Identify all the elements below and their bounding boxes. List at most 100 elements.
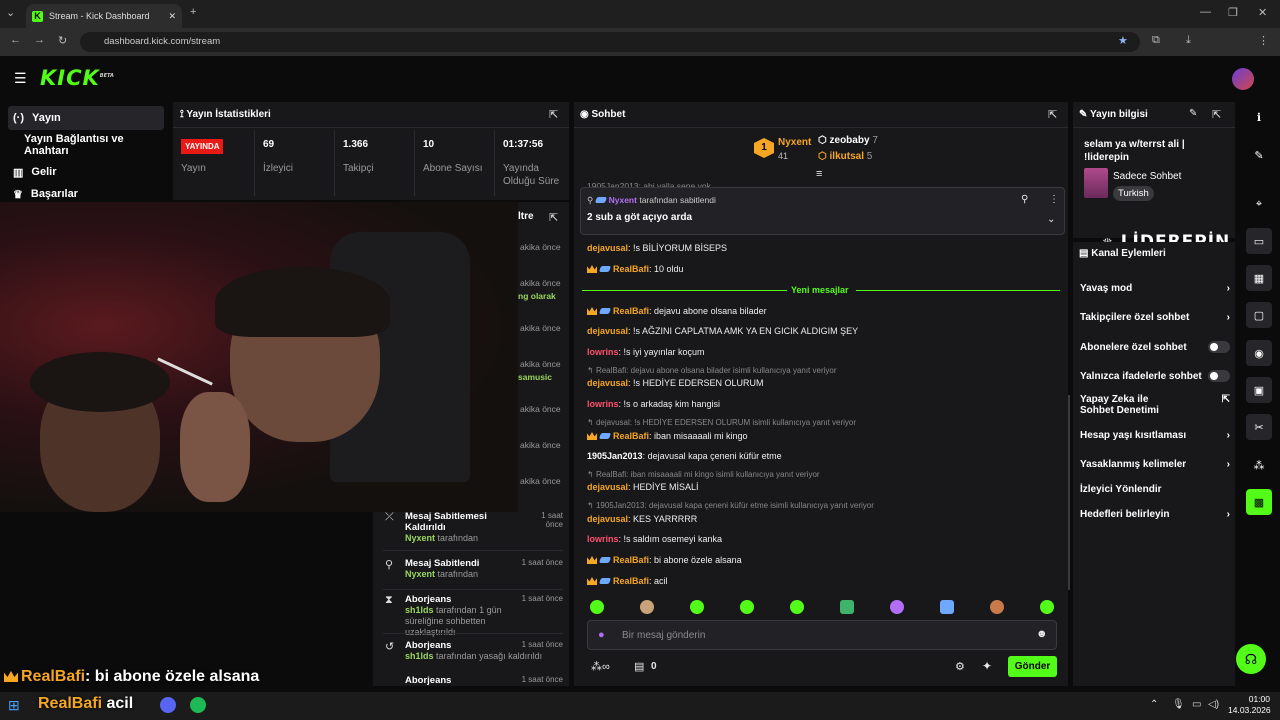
action-slow-mode[interactable]: Yavaş mod › <box>1080 278 1230 298</box>
action-host-viewers[interactable]: İzleyici Yönlendir <box>1080 479 1230 499</box>
notes-icon[interactable]: ▦ <box>1246 265 1272 291</box>
points-rail-icon[interactable]: ⁂ <box>1246 452 1272 478</box>
trophy-icon: ♛ <box>13 188 23 201</box>
mod-tools-icon[interactable]: ✦ <box>982 659 992 673</box>
microphone-icon[interactable]: ● <box>598 629 605 641</box>
maximize-icon[interactable]: ❐ <box>1228 6 1238 19</box>
leader-name[interactable]: Nyxent <box>778 137 811 148</box>
more-options-icon[interactable]: ⋮ <box>1049 194 1059 205</box>
store-icon[interactable]: ▤ <box>634 660 644 673</box>
category-name[interactable]: Sadece Sohbet <box>1113 171 1181 182</box>
window-close-icon[interactable]: ✕ <box>1258 6 1267 19</box>
emote-icon[interactable] <box>840 600 854 614</box>
overlay-chat-line: RealBafi: bi abone özele alsana <box>4 668 259 686</box>
windows-start-icon[interactable]: ⊞ <box>8 697 20 714</box>
broadcast-widget-icon[interactable]: ◉ <box>1246 340 1272 366</box>
language-tag[interactable]: Turkish <box>1113 186 1154 201</box>
back-icon[interactable]: ← <box>10 34 21 46</box>
emote-icon[interactable] <box>940 600 954 614</box>
info-icon[interactable]: ℹ <box>1246 104 1272 130</box>
activity-time: akika önce <box>520 404 561 414</box>
activity-time: akika önce <box>520 476 561 486</box>
emote-icon[interactable] <box>590 600 604 614</box>
user-avatar[interactable] <box>1232 68 1254 90</box>
settings-gear-icon[interactable]: ⚙ <box>955 660 965 673</box>
send-button[interactable]: Gönder <box>1008 656 1057 677</box>
layout-icon[interactable]: ▣ <box>1246 377 1272 403</box>
leader-name[interactable]: ⬡ ilkutsal 5 <box>818 151 872 162</box>
extensions-icon[interactable]: ⧉ <box>1152 34 1160 47</box>
pinned-message[interactable]: ⚲ Nyxent tarafından sabitlendi 2 sub a g… <box>580 187 1065 235</box>
chat-widget-icon[interactable]: ▢ <box>1246 302 1272 328</box>
kick-logo[interactable]: KICKBETA <box>40 66 114 90</box>
forward-icon[interactable]: → <box>34 34 45 46</box>
emote-icon[interactable] <box>1040 600 1054 614</box>
volume-icon[interactable]: ◁) <box>1208 699 1219 710</box>
microphone-tray-icon[interactable]: 🎙 <box>1172 699 1185 710</box>
action-followers-only[interactable]: Takipçilere özel sohbet › <box>1080 307 1230 327</box>
edit-pencil-icon[interactable]: ✎ <box>1189 108 1197 119</box>
action-emotes-only[interactable]: Yalnızca ifadelerle sohbet <box>1080 366 1230 386</box>
stats-title: ⟟ Yayın İstatistikleri <box>180 109 271 120</box>
emote-icon[interactable] <box>640 600 654 614</box>
chat-title: ◉ Sohbet <box>580 109 626 120</box>
emote-icon[interactable] <box>690 600 704 614</box>
emote-icon[interactable] <box>890 600 904 614</box>
divider <box>383 550 563 551</box>
action-subscribers-only[interactable]: Abonelere özel sohbet <box>1080 337 1230 357</box>
clock[interactable]: 01:00 14.03.2026 <box>1228 694 1271 716</box>
network-icon[interactable]: ▭ <box>1192 699 1201 710</box>
action-set-goals[interactable]: Hedefleri belirleyin › <box>1080 504 1230 524</box>
popout-stats-icon[interactable]: ⇱ <box>549 108 558 121</box>
popout-activity-icon[interactable]: ⇱ <box>549 211 558 224</box>
pin-icon: ⚲ <box>385 559 394 571</box>
app-icon[interactable]: ▩ <box>1246 489 1272 515</box>
discord-icon[interactable] <box>160 697 176 713</box>
hourglass-icon: ⧗ <box>385 594 393 606</box>
emoji-picker-icon[interactable]: ☻ <box>1036 628 1048 640</box>
chat-input[interactable]: ● Bir mesaj gönderin ☻ <box>587 620 1057 650</box>
new-tab-icon[interactable]: + <box>190 6 196 18</box>
tab-close-icon[interactable]: ✕ <box>168 11 176 22</box>
unpin-button-icon[interactable]: ⚲ <box>1021 194 1028 205</box>
category-thumbnail <box>1084 168 1108 198</box>
chat-message: 1905Jan2013: dejavusal kapa çeneni küfür… <box>587 451 782 461</box>
emote-icon[interactable] <box>990 600 1004 614</box>
tab-search-icon[interactable]: ⌄ <box>6 6 15 19</box>
tools-wrench-icon[interactable]: ✂ <box>1246 414 1272 440</box>
sidebar-item-stream-key[interactable]: Yayın Bağlantısı ve Anahtarı <box>8 133 164 157</box>
action-banned-words[interactable]: Yasaklanmış kelimeler › <box>1080 454 1230 474</box>
activity-time: akika önce <box>520 278 561 288</box>
popout-chat-icon[interactable]: ⇱ <box>1048 108 1057 121</box>
chat-scrollbar[interactable] <box>1068 395 1070 590</box>
sidebar-item-gelir[interactable]: ▥ Gelir <box>8 160 164 184</box>
sidebar-item-yayin[interactable]: (·) Yayın <box>8 106 164 130</box>
points-icon[interactable]: ⁂∞ <box>591 660 610 673</box>
stat-subscribers: 10 Abone Sayısı <box>414 130 496 196</box>
action-ai-moderation[interactable]: Yapay Zeka ile Sohbet Denetimi ⇱ <box>1080 394 1230 418</box>
popout-info-icon[interactable]: ⇱ <box>1212 108 1221 121</box>
sidebar-item-basarilar[interactable]: ♛ Başarılar <box>8 187 164 201</box>
spotify-icon[interactable] <box>190 697 206 713</box>
focus-icon[interactable]: ⌖ <box>1246 191 1272 217</box>
tray-chevron-icon[interactable]: ⌃ <box>1150 699 1158 710</box>
address-input[interactable]: dashboard.kick.com/stream <box>80 32 1140 52</box>
stats-widget-icon[interactable]: ▭ <box>1246 228 1272 254</box>
chevron-down-icon[interactable]: ⌄ <box>1047 214 1055 225</box>
emote-icon[interactable] <box>790 600 804 614</box>
action-account-age[interactable]: Hesap yaşı kısıtlaması › <box>1080 425 1230 445</box>
live-badge: YAYINDA <box>181 139 223 154</box>
edit-icon[interactable]: ✎ <box>1246 142 1272 168</box>
emote-icon[interactable] <box>740 600 754 614</box>
support-chat-icon[interactable]: ☊ <box>1236 644 1266 674</box>
browser-tab[interactable]: K Stream - Kick Dashboard ✕ <box>26 4 182 28</box>
chat-message: dejavusal: HEDİYE MİSALİ <box>587 482 699 492</box>
chat-filter-icon[interactable]: ≡ <box>816 168 822 180</box>
minimize-icon[interactable]: — <box>1200 6 1211 18</box>
browser-menu-icon[interactable]: ⋮ <box>1258 34 1269 47</box>
hamburger-menu-icon[interactable]: ☰ <box>14 70 27 87</box>
download-icon[interactable]: ⤓ <box>1186 34 1191 47</box>
bookmark-star-icon[interactable]: ★ <box>1118 34 1128 47</box>
leader-name[interactable]: ⬡ zeobaby 7 <box>818 135 878 146</box>
reload-icon[interactable]: ↻ <box>58 34 67 47</box>
